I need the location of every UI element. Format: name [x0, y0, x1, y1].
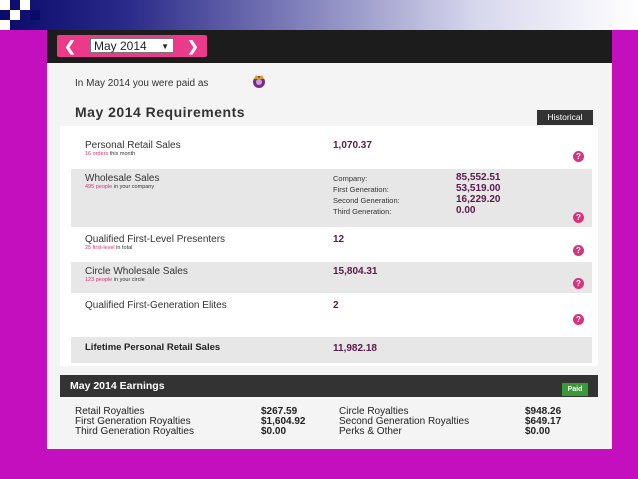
dashboard-card: ❮ May 2014 ▼ ❯ In May 2014 you were paid… — [47, 30, 612, 449]
requirement-sub-link[interactable]: 25 first-level — [85, 245, 115, 251]
caret-down-icon: ▼ — [161, 42, 169, 51]
chevron-left-icon[interactable]: ❮ — [61, 37, 79, 55]
breakdown-label: Third Generation: — [333, 207, 392, 216]
earnings-title: May 2014 Earnings — [70, 380, 165, 392]
chevron-right-icon[interactable]: ❯ — [184, 37, 202, 55]
help-icon[interactable]: ? — [573, 278, 584, 289]
requirement-sub-text: in your company — [112, 184, 155, 190]
decorative-square — [10, 10, 20, 20]
requirements-panel: Personal Retail Sales 16 orders this mon… — [60, 126, 598, 366]
breakdown-value: 16,229.20 — [456, 194, 501, 205]
month-select-value: May 2014 — [94, 39, 147, 53]
requirement-sub-link[interactable]: 495 people — [85, 184, 112, 190]
crown-rank-icon — [253, 75, 265, 88]
help-icon[interactable]: ? — [573, 245, 584, 256]
requirement-label: Circle Wholesale Sales — [85, 266, 188, 277]
breakdown-value: 85,552.51 — [456, 172, 501, 183]
help-icon[interactable]: ? — [573, 151, 584, 162]
requirement-sub-link[interactable]: 123 people — [85, 277, 112, 283]
requirements-title: May 2014 Requirements — [75, 104, 246, 120]
help-icon[interactable]: ? — [573, 212, 584, 223]
requirement-row-qualified-presenters: Qualified First-Level Presenters 25 firs… — [71, 230, 592, 260]
requirement-value: 1,070.37 — [333, 140, 372, 151]
requirement-sub-text: this month — [108, 151, 136, 157]
breakdown-value: 0.00 — [456, 205, 476, 216]
earnings-value: $0.00 — [261, 426, 287, 437]
breakdown-value: 53,519.00 — [456, 183, 501, 194]
breakdown-label: Company: — [333, 174, 368, 183]
earnings-label: Perks & Other — [339, 426, 402, 437]
month-selector: ❮ May 2014 ▼ ❯ — [57, 35, 207, 57]
breakdown-label: First Generation: — [333, 185, 389, 194]
requirement-label: Personal Retail Sales — [85, 140, 181, 151]
requirement-value: 12 — [333, 234, 345, 245]
requirement-sub: 16 orders this month — [85, 151, 135, 157]
requirement-value: 2 — [333, 300, 339, 311]
decorative-square — [20, 0, 30, 10]
requirement-row-personal-retail: Personal Retail Sales 16 orders this mon… — [71, 136, 592, 166]
requirement-sub-link[interactable]: 16 orders — [85, 151, 108, 157]
requirement-row-lifetime: Lifetime Personal Retail Sales 11,982.18 — [71, 337, 592, 363]
decorative-square — [30, 10, 40, 20]
requirement-sub-text: in your circle — [112, 277, 145, 283]
requirement-row-wholesale: Wholesale Sales 495 people in your compa… — [71, 169, 592, 227]
requirement-row-qualified-elites: Qualified First-Generation Elites 2 ? — [71, 296, 592, 330]
paid-as-text: In May 2014 you were paid as — [75, 78, 209, 89]
help-icon[interactable]: ? — [573, 314, 584, 325]
decorative-square — [0, 20, 10, 30]
requirement-sub: 25 first-level in total — [85, 245, 132, 251]
decorative-square — [0, 0, 10, 10]
requirement-label: Wholesale Sales — [85, 173, 160, 184]
requirement-label: Qualified First-Generation Elites — [85, 300, 227, 311]
requirement-value: 11,982.18 — [333, 343, 377, 354]
decorative-top-band — [0, 0, 638, 30]
earnings-value: $0.00 — [525, 426, 551, 437]
requirement-sub-text: in total — [114, 245, 133, 251]
historical-button[interactable]: Historical — [537, 110, 593, 125]
requirement-sub: 495 people in your company — [85, 184, 154, 190]
requirement-sub: 123 people in your circle — [85, 277, 145, 283]
requirement-row-circle-wholesale: Circle Wholesale Sales 123 people in you… — [71, 262, 592, 293]
earnings-header: May 2014 Earnings Paid — [60, 375, 598, 397]
top-bar: ❮ May 2014 ▼ ❯ — [47, 30, 612, 63]
month-select[interactable]: May 2014 ▼ — [90, 38, 174, 53]
breakdown-label: Second Generation: — [333, 196, 400, 205]
earnings-label: Third Generation Royalties — [75, 426, 194, 437]
requirement-value: 15,804.31 — [333, 266, 378, 277]
paid-status-badge: Paid — [562, 383, 588, 396]
requirement-label: Lifetime Personal Retail Sales — [85, 342, 221, 353]
requirement-label: Qualified First-Level Presenters — [85, 234, 226, 245]
